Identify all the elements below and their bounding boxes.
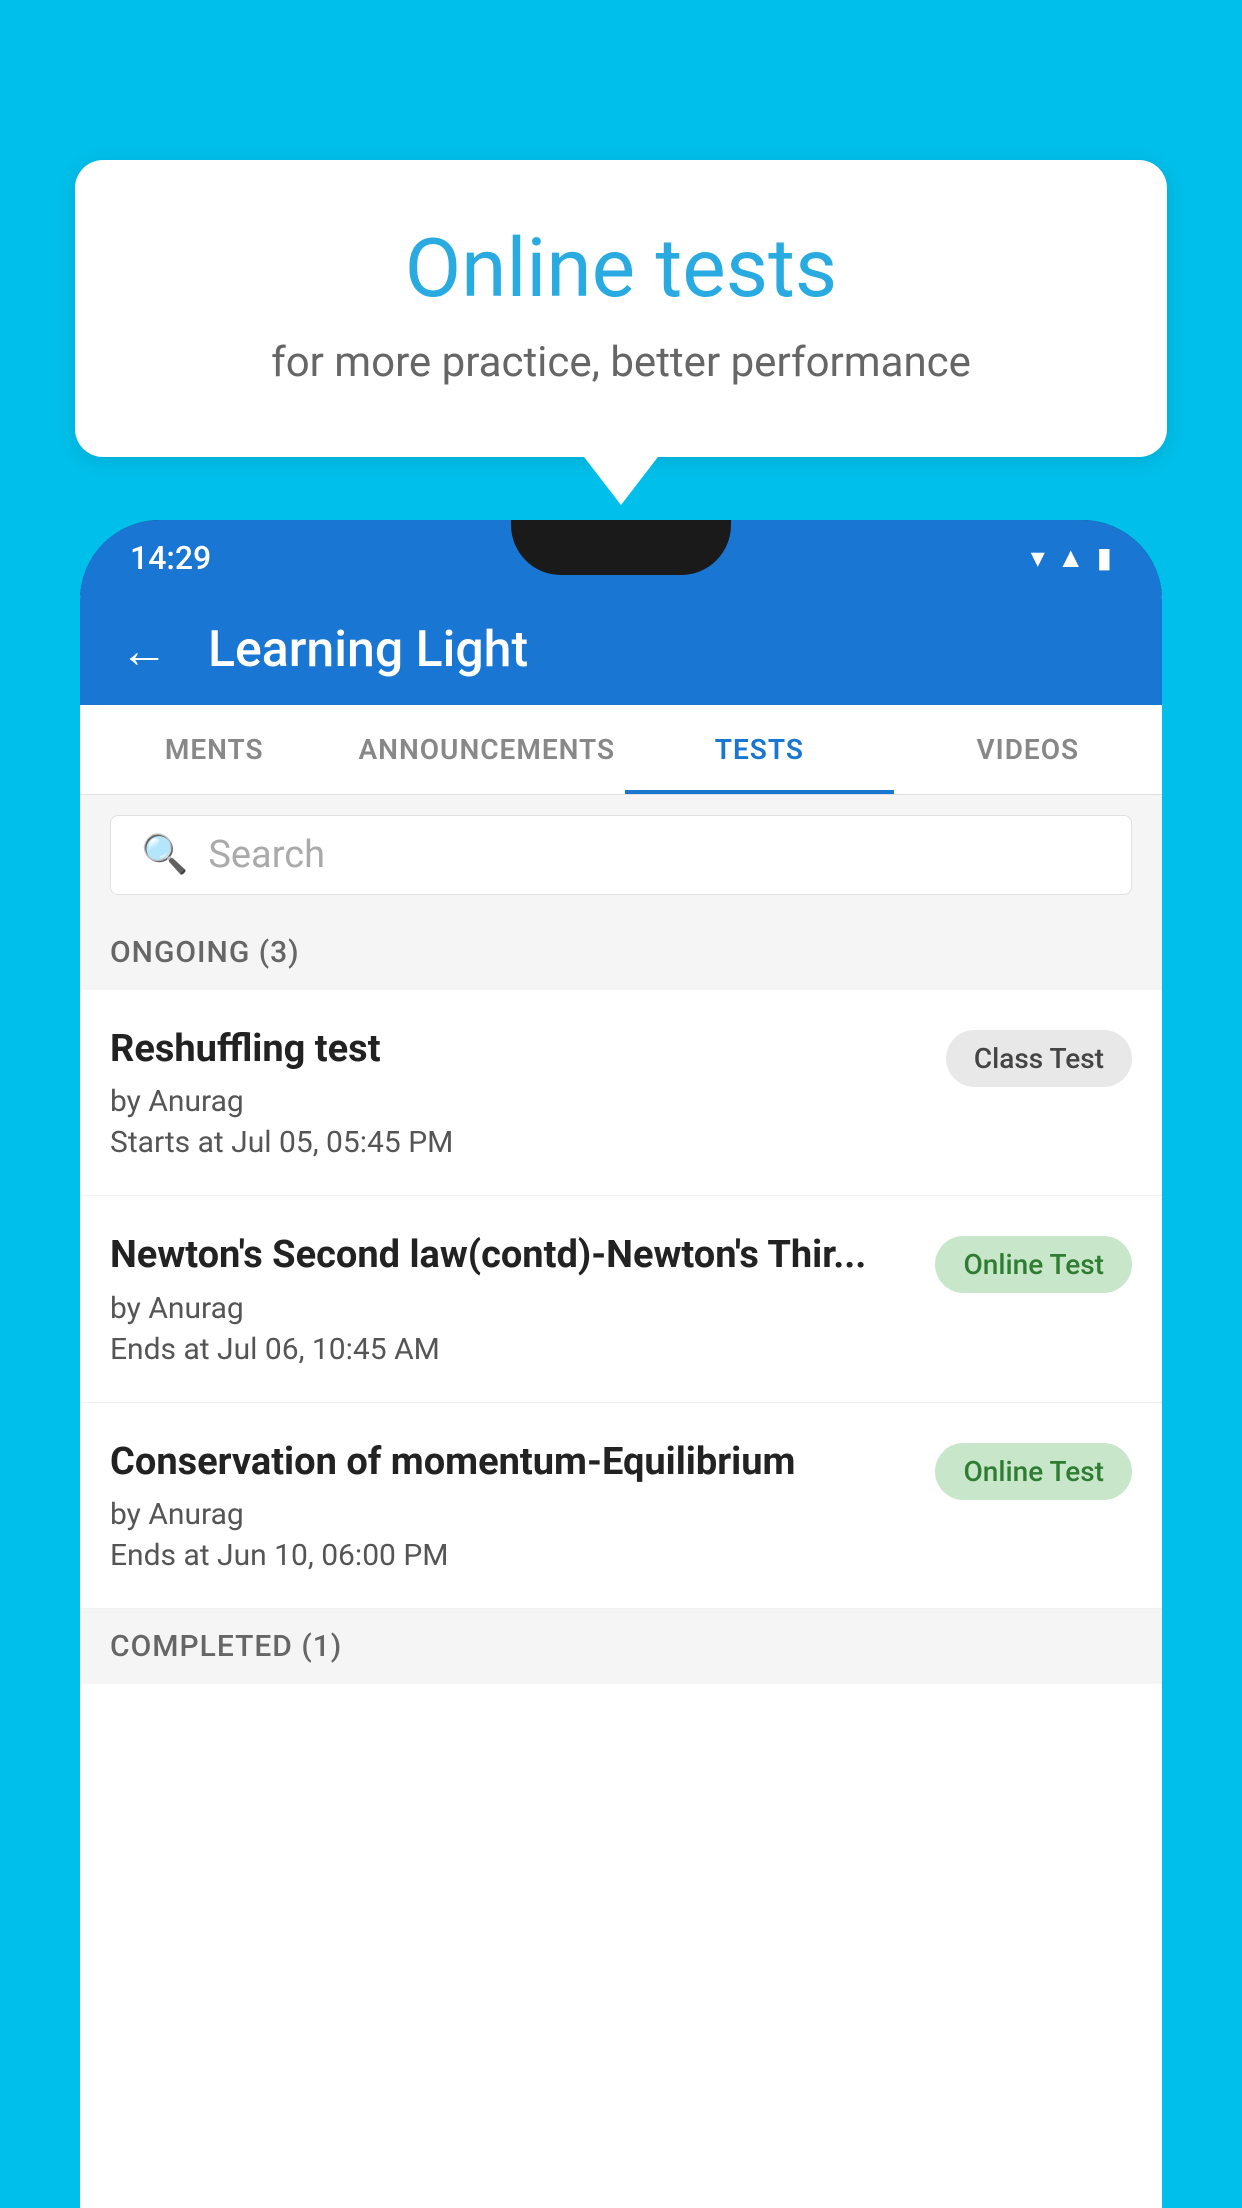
test-info-3: Conservation of momentum-Equilibrium by … [110, 1438, 935, 1573]
search-container: 🔍 Search [80, 795, 1162, 915]
test-author-2: by Anurag [110, 1291, 915, 1326]
tab-ments[interactable]: MENTS [80, 705, 348, 794]
tabs-bar: MENTS ANNOUNCEMENTS TESTS VIDEOS [80, 705, 1162, 795]
search-placeholder: Search [208, 833, 325, 877]
app-bar-title: Learning Light [208, 621, 528, 679]
test-author-3: by Anurag [110, 1497, 915, 1532]
phone-frame: 14:29 ▾ ▲ ▮ ← Learning Light MENTS ANNOU… [80, 520, 1162, 2208]
test-list: Reshuffling test by Anurag Starts at Jul… [80, 990, 1162, 1609]
search-icon: 🔍 [141, 833, 188, 877]
test-badge-3: Online Test [935, 1443, 1132, 1500]
app-bar: ← Learning Light [80, 595, 1162, 705]
battery-icon: ▮ [1097, 541, 1112, 574]
test-date-1: Starts at Jul 05, 05:45 PM [110, 1125, 926, 1160]
test-info-1: Reshuffling test by Anurag Starts at Jul… [110, 1025, 946, 1160]
test-date-2: Ends at Jul 06, 10:45 AM [110, 1332, 915, 1367]
test-info-2: Newton's Second law(contd)-Newton's Thir… [110, 1231, 935, 1366]
completed-section-header: COMPLETED (1) [80, 1609, 1162, 1684]
search-bar[interactable]: 🔍 Search [110, 815, 1132, 895]
test-item-1[interactable]: Reshuffling test by Anurag Starts at Jul… [80, 990, 1162, 1196]
speech-bubble: Online tests for more practice, better p… [75, 160, 1167, 457]
test-name-2: Newton's Second law(contd)-Newton's Thir… [110, 1231, 915, 1280]
test-name-1: Reshuffling test [110, 1025, 926, 1074]
tab-tests[interactable]: TESTS [625, 705, 893, 794]
bubble-subtitle: for more practice, better performance [155, 338, 1087, 387]
status-bar: 14:29 ▾ ▲ ▮ [80, 520, 1162, 595]
test-name-3: Conservation of momentum-Equilibrium [110, 1438, 915, 1487]
test-item-3[interactable]: Conservation of momentum-Equilibrium by … [80, 1403, 1162, 1609]
tab-announcements[interactable]: ANNOUNCEMENTS [348, 705, 625, 794]
test-badge-1: Class Test [946, 1030, 1132, 1087]
bubble-title: Online tests [155, 220, 1087, 318]
status-icons: ▾ ▲ ▮ [1031, 541, 1112, 574]
back-button[interactable]: ← [120, 622, 168, 679]
test-item-2[interactable]: Newton's Second law(contd)-Newton's Thir… [80, 1196, 1162, 1402]
wifi-icon: ▾ [1031, 541, 1045, 574]
signal-icon: ▲ [1057, 541, 1085, 574]
tab-videos[interactable]: VIDEOS [894, 705, 1162, 794]
status-time: 14:29 [130, 539, 211, 577]
test-date-3: Ends at Jun 10, 06:00 PM [110, 1538, 915, 1573]
test-author-1: by Anurag [110, 1084, 926, 1119]
phone-screen: ← Learning Light MENTS ANNOUNCEMENTS TES… [80, 595, 1162, 2208]
ongoing-section-header: ONGOING (3) [80, 915, 1162, 990]
test-badge-2: Online Test [935, 1236, 1132, 1293]
